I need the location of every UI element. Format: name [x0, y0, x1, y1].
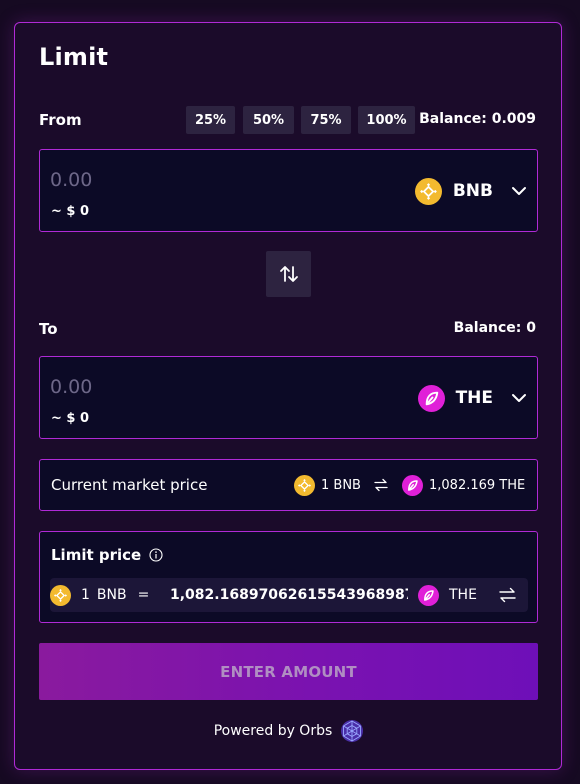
exchange-arrows-icon[interactable]	[374, 478, 388, 492]
to-label: To	[39, 320, 58, 338]
chevron-down-icon	[512, 394, 526, 402]
from-usd-value: ~ $ 0	[51, 204, 90, 219]
bnb-coin-icon	[294, 475, 315, 496]
from-label: From	[39, 111, 82, 129]
powered-by-footer: Powered by Orbs	[15, 719, 563, 743]
limit-amount: 1	[81, 587, 90, 603]
to-token-panel: ~ $ 0 THE	[39, 356, 538, 439]
market-price-from-text: 1 BNB	[321, 478, 361, 493]
the-coin-icon	[418, 584, 439, 606]
market-price-label: Current market price	[51, 476, 208, 494]
the-coin-icon	[417, 384, 445, 412]
limit-price-panel: Limit price 1 BNB = 1,082.16897062615543…	[39, 531, 538, 623]
limit-to-symbol: THE	[449, 587, 477, 603]
chevron-down-icon	[512, 187, 526, 195]
limit-order-card: Limit From 25% 50% 75% 100% Balance: 0.0…	[14, 22, 562, 770]
page-title: Limit	[39, 43, 109, 71]
market-price-panel: Current market price 1 BNB 1,082.169 THE	[39, 459, 538, 511]
percent-50-button[interactable]: 50%	[243, 106, 294, 134]
to-token-symbol: THE	[455, 388, 493, 408]
from-amount-input[interactable]	[50, 166, 270, 194]
limit-from-token: 1 BNB =	[50, 578, 149, 612]
powered-by-text: Powered by Orbs	[213, 723, 333, 739]
limit-price-row: 1 BNB = THE	[50, 578, 528, 612]
orbs-logo-icon	[341, 720, 364, 742]
from-token-panel: ~ $ 0 BNB	[39, 149, 538, 232]
to-usd-value: ~ $ 0	[51, 411, 90, 426]
info-icon[interactable]	[149, 548, 163, 562]
swap-arrows-icon	[279, 266, 298, 282]
bnb-coin-icon	[50, 584, 71, 606]
percent-25-button[interactable]: 25%	[186, 106, 235, 134]
limit-price-input[interactable]	[170, 582, 408, 608]
to-balance: Balance: 0	[453, 320, 536, 336]
limit-from-symbol: BNB	[96, 587, 127, 603]
swap-direction-button[interactable]	[266, 251, 311, 297]
from-token-symbol: BNB	[452, 181, 493, 201]
to-token-selector[interactable]: THE	[417, 381, 527, 415]
from-token-selector[interactable]: BNB	[414, 174, 527, 208]
market-price-to: 1,082.169 THE	[402, 475, 525, 496]
limit-to-token: THE	[418, 578, 477, 612]
market-price-to-text: 1,082.169 THE	[429, 478, 526, 493]
limit-equals: =	[137, 587, 150, 603]
percent-100-button[interactable]: 100%	[358, 106, 415, 134]
the-coin-icon	[402, 475, 423, 496]
market-price-from: 1 BNB	[294, 475, 361, 496]
limit-price-label: Limit price	[51, 546, 142, 564]
percent-75-button[interactable]: 75%	[301, 106, 351, 134]
to-amount-input[interactable]	[50, 373, 270, 401]
limit-price-header: Limit price	[51, 546, 163, 564]
from-balance: Balance: 0.009	[419, 111, 536, 127]
bnb-coin-icon	[414, 177, 442, 205]
invert-price-icon[interactable]	[499, 587, 516, 603]
enter-amount-button[interactable]: ENTER AMOUNT	[39, 643, 538, 700]
